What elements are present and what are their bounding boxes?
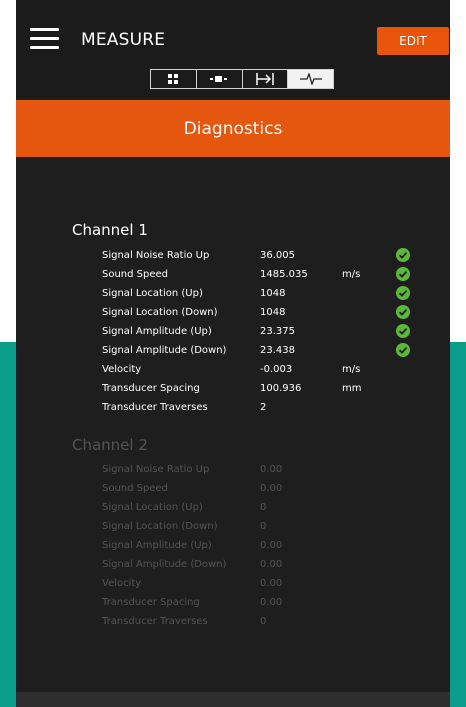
banner-title: Diagnostics	[183, 118, 283, 139]
table-row: Velocity 0.00	[16, 578, 450, 596]
row-value: 36.005	[260, 250, 295, 261]
tab-signal[interactable]	[288, 70, 333, 88]
channel-1-title: Channel 1	[72, 221, 148, 239]
row-value: 0	[260, 502, 267, 513]
grid-icon	[168, 74, 179, 84]
row-label: Sound Speed	[102, 269, 169, 280]
table-row: Signal Amplitude (Up) 23.375	[16, 324, 450, 344]
table-row: Signal Location (Up) 1048	[16, 286, 450, 306]
arrow-bar-icon	[256, 73, 274, 85]
table-row: Transducer Spacing 100.936 mm	[16, 383, 450, 401]
row-label: Velocity	[102, 364, 142, 375]
menu-icon[interactable]	[30, 28, 59, 50]
table-row: Transducer Traverses 2	[16, 402, 450, 420]
row-value: 0.00	[260, 559, 283, 570]
table-row: Sound Speed 1485.035 m/s	[16, 267, 450, 287]
table-row: Signal Noise Ratio Up 0.00	[16, 464, 450, 482]
row-value: 2	[260, 402, 267, 413]
row-value: 1485.035	[260, 269, 308, 280]
bar-icon	[210, 76, 228, 82]
row-unit: mm	[342, 383, 362, 394]
row-label: Transducer Spacing	[102, 383, 200, 394]
row-label: Signal Amplitude (Down)	[102, 345, 227, 356]
table-row: Signal Location (Down) 0	[16, 521, 450, 539]
row-value: 0.00	[260, 464, 283, 475]
row-value: 1048	[260, 288, 286, 299]
row-label: Transducer Spacing	[102, 597, 200, 608]
row-label: Sound Speed	[102, 483, 169, 494]
table-row: Sound Speed 0.00	[16, 483, 450, 501]
row-value: 0.00	[260, 578, 283, 589]
row-label: Signal Noise Ratio Up	[102, 250, 210, 261]
row-label: Transducer Traverses	[102, 402, 208, 413]
row-label: Signal Amplitude (Down)	[102, 559, 227, 570]
table-row: Signal Amplitude (Up) 0.00	[16, 540, 450, 558]
row-value: 1048	[260, 307, 286, 318]
row-value: 23.438	[260, 345, 295, 356]
row-label: Signal Noise Ratio Up	[102, 464, 210, 475]
table-row: Velocity -0.003 m/s	[16, 364, 450, 382]
row-unit: m/s	[342, 364, 361, 375]
row-value: 0.00	[260, 597, 283, 608]
row-value: 0	[260, 521, 267, 532]
table-row: Transducer Traverses 0	[16, 616, 450, 634]
row-label: Signal Location (Down)	[102, 521, 218, 532]
table-row: Transducer Spacing 0.00	[16, 597, 450, 615]
table-row: Signal Amplitude (Down) 0.00	[16, 559, 450, 577]
top-bar: MEASURE EDIT	[16, 0, 450, 98]
row-value: -0.003	[260, 364, 293, 375]
tab-arrow-bar[interactable]	[243, 70, 289, 88]
table-row: Signal Amplitude (Down) 23.438	[16, 343, 450, 363]
row-value: 100.936	[260, 383, 302, 394]
tab-bar[interactable]	[197, 70, 243, 88]
row-unit: m/s	[342, 269, 361, 280]
check-circle-icon	[396, 286, 410, 300]
row-label: Signal Amplitude (Up)	[102, 540, 212, 551]
device-screen: MEASURE EDIT Diagnostics Channel 1 Signa…	[16, 0, 450, 707]
edit-button[interactable]: EDIT	[377, 27, 449, 55]
check-circle-icon	[396, 343, 410, 357]
check-circle-icon	[396, 267, 410, 281]
footer-bar	[16, 692, 450, 707]
row-value: 0.00	[260, 540, 283, 551]
view-tabs	[150, 69, 334, 89]
check-circle-icon	[396, 324, 410, 338]
channel-2-title: Channel 2	[72, 436, 148, 454]
table-row: Signal Location (Down) 1048	[16, 305, 450, 325]
row-label: Signal Location (Down)	[102, 307, 218, 318]
table-row: Signal Location (Up) 0	[16, 502, 450, 520]
row-label: Velocity	[102, 578, 142, 589]
row-label: Signal Location (Up)	[102, 502, 203, 513]
diagnostics-banner: Diagnostics	[16, 100, 450, 157]
row-value: 23.375	[260, 326, 295, 337]
page-title: MEASURE	[81, 30, 166, 50]
check-circle-icon	[396, 248, 410, 262]
table-row: Signal Noise Ratio Up 36.005	[16, 248, 450, 268]
diagnostics-content: Channel 1 Signal Noise Ratio Up 36.005 Sou…	[16, 157, 450, 693]
tab-grid[interactable]	[151, 70, 197, 88]
row-value: 0	[260, 616, 267, 627]
row-value: 0.00	[260, 483, 283, 494]
signal-pulse-icon	[299, 73, 322, 85]
check-circle-icon	[396, 305, 410, 319]
row-label: Signal Location (Up)	[102, 288, 203, 299]
row-label: Signal Amplitude (Up)	[102, 326, 212, 337]
row-label: Transducer Traverses	[102, 616, 208, 627]
